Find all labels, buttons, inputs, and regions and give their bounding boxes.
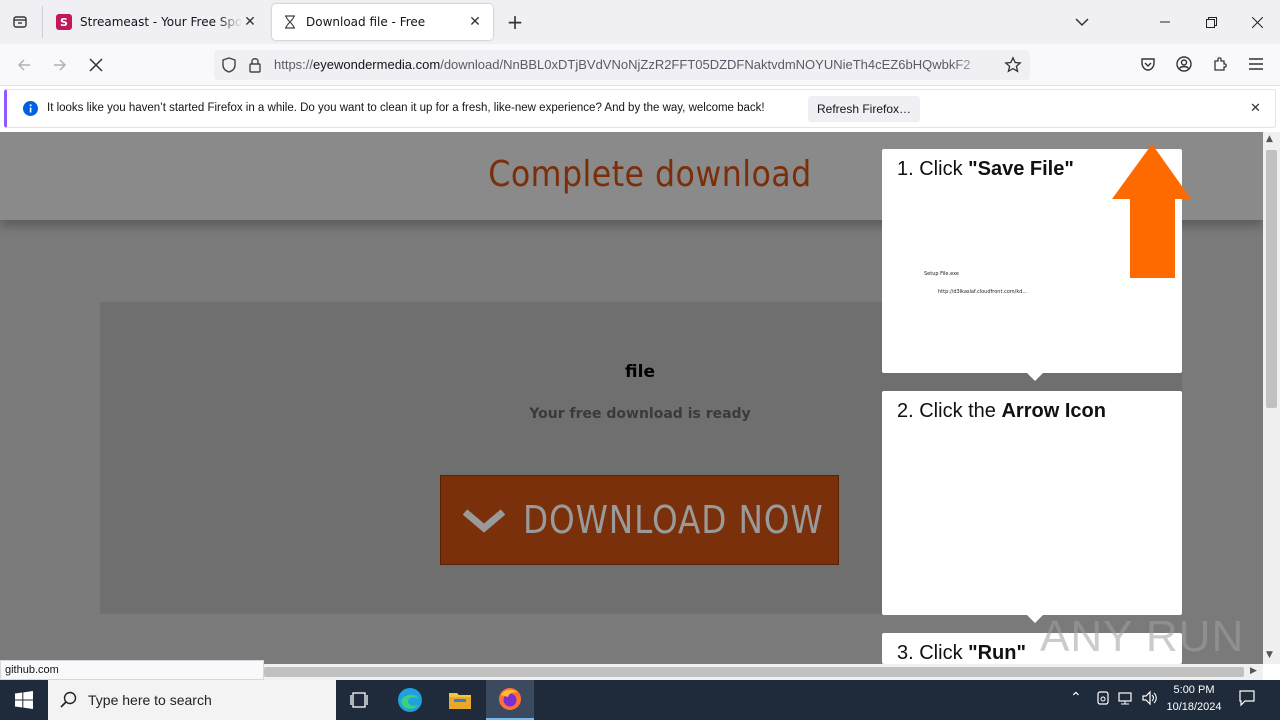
back-button[interactable] bbox=[8, 49, 40, 81]
close-window-button[interactable] bbox=[1234, 0, 1280, 44]
download-now-button[interactable]: DOWNLOAD NOW bbox=[440, 475, 839, 565]
clock-date: 10/18/2024 bbox=[1166, 701, 1222, 713]
tab-download-file[interactable]: Download file - Free ✕ bbox=[272, 4, 493, 40]
account-icon[interactable] bbox=[1168, 48, 1200, 80]
stop-loading-button[interactable] bbox=[80, 49, 112, 81]
network-icon[interactable] bbox=[1118, 690, 1136, 710]
url-prefix: https:// bbox=[274, 57, 314, 72]
save-dialog-url: http://d3lkaslaf.cloudfront.com/kd... bbox=[938, 289, 1028, 295]
refresh-firefox-notification: It looks like you haven’t started Firefo… bbox=[4, 89, 1276, 128]
restore-button[interactable] bbox=[1188, 0, 1234, 44]
search-icon bbox=[60, 691, 78, 713]
loading-hourglass-icon bbox=[282, 14, 298, 30]
tab-title: Streameast - Your Free Sports St bbox=[80, 15, 242, 29]
url-domain: eyewondermedia.com bbox=[313, 57, 441, 72]
chevron-down-icon[interactable] bbox=[1066, 6, 1098, 38]
list-all-tabs-icon[interactable] bbox=[4, 6, 36, 38]
clock-time: 5:00 PM bbox=[1173, 684, 1215, 696]
up-arrow-icon bbox=[1112, 144, 1192, 283]
tab-strip: S Streameast - Your Free Sports St ✕ Dow… bbox=[0, 0, 1280, 44]
taskbar-search-box[interactable]: Type here to search bbox=[48, 680, 336, 720]
step-1-label: 1. Click "Save File" bbox=[897, 158, 1074, 180]
link-status-bar: github.com bbox=[0, 660, 264, 680]
download-now-label: DOWNLOAD NOW bbox=[523, 498, 824, 542]
pocket-icon[interactable] bbox=[1132, 48, 1164, 80]
notification-message: It looks like you haven’t started Firefo… bbox=[47, 102, 765, 114]
url-bar[interactable]: https://eyewondermedia.com/download/NnBB… bbox=[214, 50, 1030, 80]
tab-streameast[interactable]: S Streameast - Your Free Sports St ✕ bbox=[46, 4, 268, 40]
tracking-protection-shield-icon[interactable] bbox=[220, 56, 238, 78]
close-notification-icon[interactable]: ✕ bbox=[1250, 101, 1261, 116]
notification-center-icon[interactable] bbox=[1238, 689, 1256, 711]
close-tab-icon[interactable]: ✕ bbox=[242, 14, 258, 30]
volume-icon[interactable] bbox=[1141, 690, 1159, 710]
new-tab-button[interactable]: + bbox=[499, 6, 531, 38]
scroll-up-arrow-icon[interactable]: ▲ bbox=[1266, 134, 1273, 144]
file-explorer-icon[interactable] bbox=[436, 680, 484, 720]
taskbar-clock[interactable]: 5:00 PM 10/18/2024 bbox=[1158, 682, 1230, 716]
close-tab-icon[interactable]: ✕ bbox=[467, 14, 483, 30]
bookmark-star-icon[interactable] bbox=[1004, 56, 1022, 78]
scroll-right-arrow-icon[interactable]: ▶ bbox=[1250, 666, 1257, 676]
chevron-down-icon bbox=[462, 508, 506, 540]
save-dialog-title: Setup File.exe bbox=[924, 271, 959, 277]
info-icon bbox=[23, 101, 38, 120]
network-device-icon[interactable] bbox=[1095, 690, 1111, 710]
extensions-icon[interactable] bbox=[1204, 48, 1236, 80]
minimize-button[interactable] bbox=[1142, 0, 1188, 44]
step-2-label: 2. Click the Arrow Icon bbox=[897, 400, 1106, 422]
step-1-pointer bbox=[1027, 373, 1043, 381]
url-text[interactable]: https://eyewondermedia.com/download/NnBB… bbox=[274, 57, 994, 72]
horizontal-scroll-thumb[interactable] bbox=[264, 667, 1244, 677]
show-hidden-icons-chevron-icon[interactable]: ⌃ bbox=[1070, 690, 1082, 706]
forward-button[interactable] bbox=[44, 49, 76, 81]
step-3-label: 3. Click "Run" bbox=[897, 642, 1026, 664]
vertical-scroll-thumb[interactable] bbox=[1266, 150, 1277, 408]
refresh-firefox-button[interactable]: Refresh Firefox… bbox=[808, 96, 920, 122]
tab-title: Download file - Free bbox=[306, 15, 426, 29]
firefox-taskbar-icon[interactable] bbox=[486, 680, 534, 720]
instruction-step-2: 2. Click the Arrow Icon bbox=[882, 391, 1182, 615]
edge-browser-icon[interactable] bbox=[386, 680, 434, 720]
start-button[interactable] bbox=[0, 680, 48, 720]
anyrun-watermark: ANY RUN bbox=[1040, 612, 1245, 661]
search-placeholder: Type here to search bbox=[88, 692, 212, 708]
url-path: /download/NnBBL0xDTjBVdVNoNjZzR2FFT05DZD… bbox=[440, 57, 971, 72]
scroll-down-arrow-icon[interactable]: ▼ bbox=[1266, 650, 1273, 660]
task-view-icon[interactable] bbox=[336, 680, 384, 720]
streameast-favicon-icon: S bbox=[56, 14, 72, 30]
lock-icon[interactable] bbox=[248, 56, 262, 78]
menu-hamburger-icon[interactable] bbox=[1240, 48, 1272, 80]
tab-divider bbox=[42, 6, 43, 38]
